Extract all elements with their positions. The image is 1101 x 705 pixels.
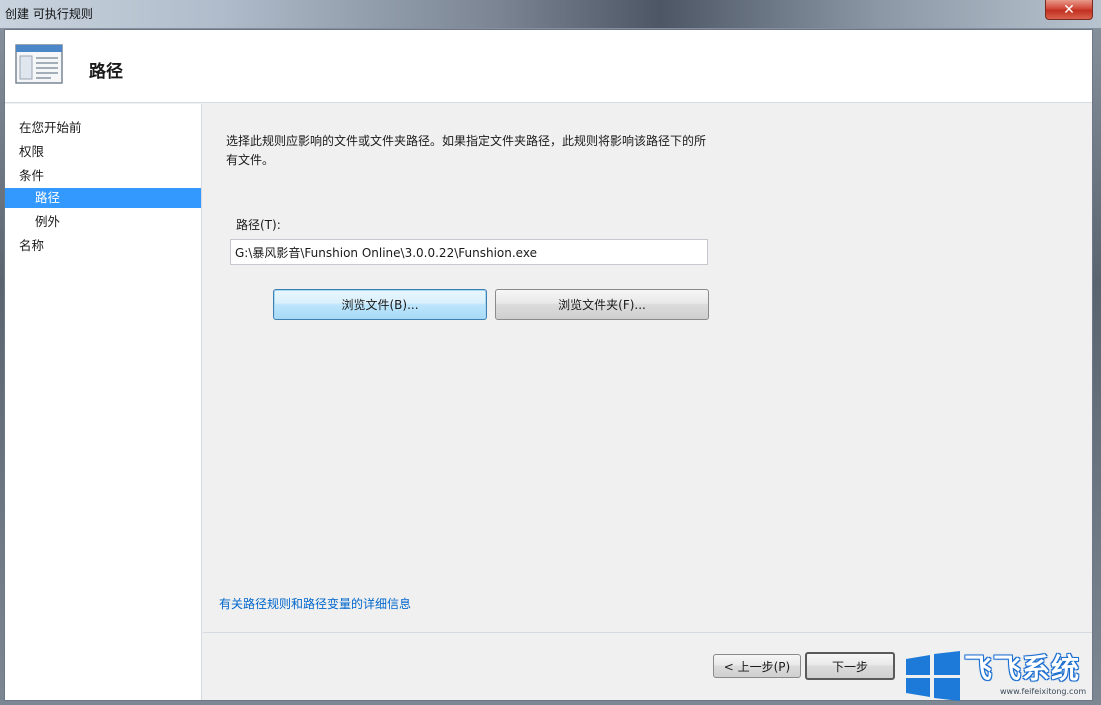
wizard-header: 路径 [5, 30, 1092, 103]
watermark-url: www.feifeixitong.com [1000, 687, 1087, 696]
path-label: 路径(T): [236, 218, 281, 232]
nav-item-exceptions[interactable]: 例外 [5, 212, 201, 232]
close-icon: ✕ [1063, 1, 1075, 18]
watermark: 飞飞系统 www.feifeixitong.com [900, 645, 1096, 701]
previous-button[interactable]: < 上一步(P) [713, 654, 801, 678]
wizard-content: 选择此规则应影响的文件或文件夹路径。如果指定文件夹路径，此规则将影响该路径下的所… [203, 104, 1092, 700]
footer-divider [203, 632, 1092, 633]
app-window: 创建 可执行规则 ✕ 路径 在您开始前 权限 条件 路径 例外 名称 选择此规则… [0, 0, 1101, 705]
description-line-2: 有文件。 [226, 153, 275, 167]
close-button[interactable]: ✕ [1045, 0, 1093, 20]
next-button[interactable]: 下一步 [805, 652, 895, 680]
windows-logo-icon [906, 651, 960, 701]
title-bar[interactable]: 创建 可执行规则 ✕ [0, 0, 1101, 28]
nav-item-path[interactable]: 路径 [5, 188, 201, 208]
wizard-page-icon [15, 44, 63, 84]
wizard-step-nav: 在您开始前 权限 条件 路径 例外 名称 [5, 104, 202, 700]
watermark-brand: 飞飞系统 [964, 652, 1081, 685]
nav-item-before-you-begin[interactable]: 在您开始前 [5, 118, 201, 138]
browse-file-label: 浏览文件(B)... [341, 298, 419, 312]
wizard-client-area: 路径 在您开始前 权限 条件 路径 例外 名称 选择此规则应影响的文件或文件夹路… [4, 29, 1093, 701]
page-description: 选择此规则应影响的文件或文件夹路径。如果指定文件夹路径，此规则将影响该路径下的所… [226, 132, 786, 170]
nav-item-conditions[interactable]: 条件 [5, 166, 201, 186]
path-input[interactable] [230, 239, 708, 265]
browse-file-button[interactable]: 浏览文件(B)... [273, 289, 487, 320]
page-title: 路径 [89, 62, 123, 82]
window-title: 创建 可执行规则 [5, 7, 93, 21]
nav-item-permissions[interactable]: 权限 [5, 142, 201, 162]
next-label: 下一步 [831, 659, 868, 674]
path-rules-info-link[interactable]: 有关路径规则和路径变量的详细信息 [219, 595, 411, 612]
browse-folder-label: 浏览文件夹(F)... [558, 298, 646, 312]
browse-folder-button[interactable]: 浏览文件夹(F)... [495, 289, 709, 320]
nav-item-name[interactable]: 名称 [5, 236, 201, 256]
description-line-1: 选择此规则应影响的文件或文件夹路径。如果指定文件夹路径，此规则将影响该路径下的所 [226, 134, 707, 148]
previous-label: < 上一步(P) [723, 659, 791, 674]
